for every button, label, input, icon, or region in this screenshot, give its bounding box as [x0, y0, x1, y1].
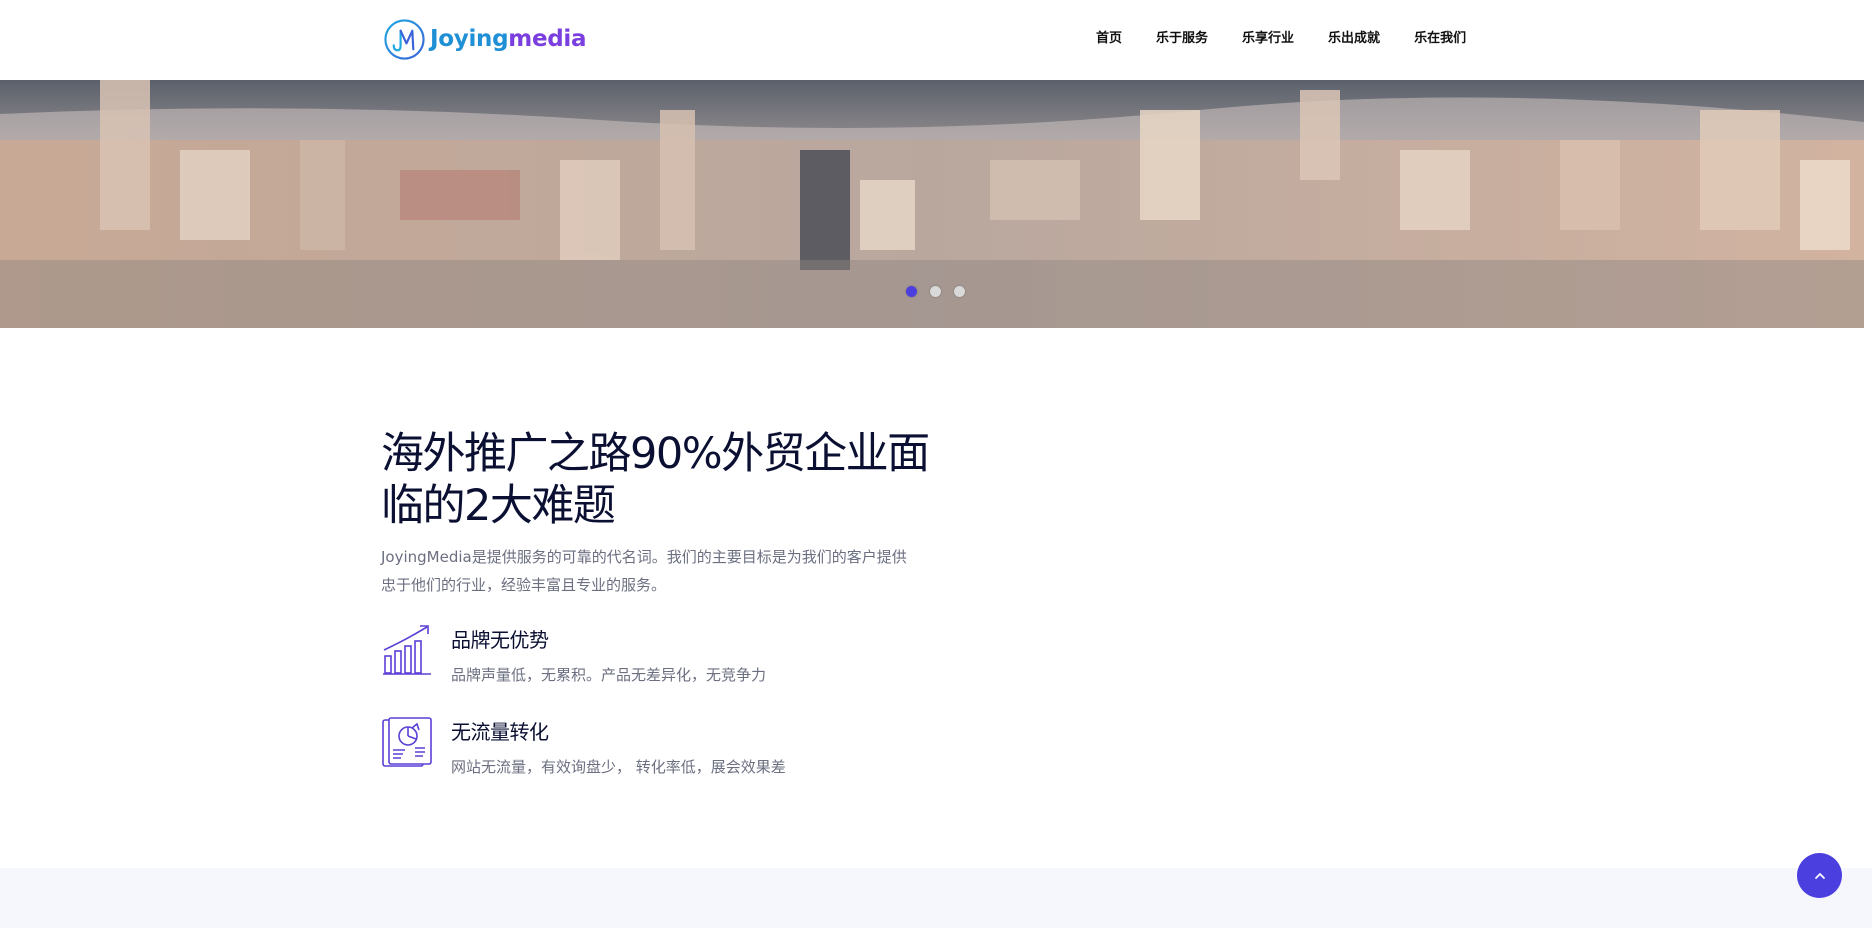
nav-item-industries[interactable]: 乐享行业 [1242, 30, 1294, 48]
site-logo[interactable]: Joyingmedia [383, 17, 587, 61]
growth-chart-icon [383, 625, 431, 675]
next-section-band [0, 868, 1872, 928]
logo-wordmark: Joyingmedia [430, 26, 587, 52]
site-header: Joyingmedia 首页 乐于服务 乐享行业 乐出成就 乐在我们 [0, 0, 1872, 80]
feature-title: 品牌无优势 [451, 628, 549, 652]
carousel-dot-2[interactable] [930, 286, 941, 297]
main-nav: 首页 乐于服务 乐享行业 乐出成就 乐在我们 [1096, 30, 1500, 48]
carousel-dot-3[interactable] [954, 286, 965, 297]
intro-section: 海外推广之路90%外贸企业面 临的2大难题 JoyingMedia是提供服务的可… [381, 428, 941, 808]
feature-traffic: 无流量转化 网站无流量，有效询盘少， 转化率低，展会效果差 [381, 716, 941, 808]
jm-logo-icon [384, 18, 425, 60]
nav-item-home[interactable]: 首页 [1096, 30, 1122, 48]
carousel-indicators [906, 286, 978, 297]
nav-item-services[interactable]: 乐于服务 [1156, 30, 1208, 48]
nav-item-about[interactable]: 乐在我们 [1414, 30, 1466, 48]
back-to-top-button[interactable] [1797, 853, 1842, 898]
logo-text-media: media [508, 26, 587, 52]
feature-brand: 品牌无优势 品牌声量低，无累积。产品无差异化，无竞争力 [381, 624, 941, 716]
carousel-dot-1[interactable] [906, 286, 917, 297]
nav-item-achievements[interactable]: 乐出成就 [1328, 30, 1380, 48]
feature-text: 网站无流量，有效询盘少， 转化率低，展会效果差 [451, 758, 786, 776]
section-description: JoyingMedia是提供服务的可靠的代名词。我们的主要目标是为我们的客户提供… [381, 548, 907, 594]
logo-text-joying: Joying [430, 26, 509, 52]
section-title-line-1: 海外推广之路90%外贸企业面 [381, 429, 930, 479]
chevron-up-icon [1814, 872, 1825, 879]
section-title: 海外推广之路90%外贸企业面 临的2大难题 [381, 428, 941, 532]
report-document-icon [382, 717, 432, 767]
feature-text: 品牌声量低，无累积。产品无差异化，无竞争力 [451, 666, 767, 684]
section-title-line-2: 临的2大难题 [381, 481, 616, 531]
feature-title: 无流量转化 [451, 720, 549, 744]
